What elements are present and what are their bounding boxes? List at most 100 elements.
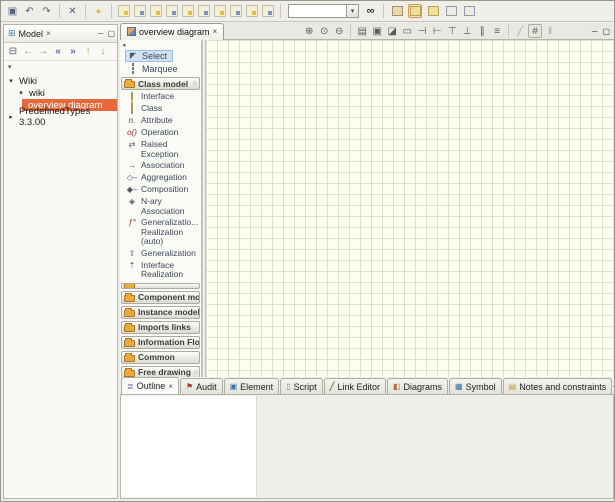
expander-icon[interactable]: ▾ — [17, 89, 25, 97]
print-icon[interactable]: ▤ — [355, 24, 369, 38]
pin-icon[interactable]: ○ — [193, 80, 197, 87]
palette-group-class-model[interactable]: Class model ○ — [121, 77, 200, 90]
delete-icon[interactable]: ✕ — [65, 4, 80, 19]
tab-notes-and-constraints[interactable]: ▤ Notes and constraints — [503, 378, 613, 394]
diagram-view-icon[interactable] — [426, 4, 440, 18]
palette-item-interface-realization[interactable]: ⇡ Interface Realization — [120, 260, 201, 281]
palette-group-clipped[interactable] — [121, 283, 200, 289]
close-icon[interactable]: × — [168, 382, 173, 391]
align-left-icon[interactable]: ⊣ — [415, 24, 429, 38]
close-icon[interactable]: × — [46, 29, 51, 38]
palette-group-information-flow[interactable]: Information Flo... — [121, 336, 200, 349]
combo-dropdown-icon[interactable]: ▾ — [346, 4, 359, 18]
fit-page-icon[interactable]: ▭ — [400, 24, 414, 38]
expander-icon[interactable]: ▾ — [7, 77, 15, 85]
tree-item-wiki-package[interactable]: ▾ wiki — [4, 87, 117, 99]
tip-lightbulb-icon[interactable]: ● — [91, 4, 106, 19]
search-binoculars-icon[interactable]: ∞ — [363, 4, 378, 19]
search-input[interactable] — [288, 4, 346, 18]
palette-item-class[interactable]: Class — [120, 103, 201, 115]
new-diagram-icon[interactable] — [444, 4, 458, 18]
navigate-forward-icon[interactable]: → — [36, 45, 50, 59]
create-element-icon-1[interactable] — [118, 5, 130, 17]
palette-tool-select[interactable]: ◤ Select — [125, 50, 173, 62]
item-label: Raised Exception — [141, 140, 200, 159]
tree-item-predefinedtypes[interactable]: ▸ PredefinedTypes 3.3.00 — [4, 111, 117, 123]
save-icon[interactable]: ▣ — [5, 4, 20, 19]
expander-icon[interactable]: ▸ — [7, 113, 15, 121]
zoom-in-icon[interactable]: ⊕ — [302, 24, 316, 38]
tab-audit[interactable]: ⚑ Audit — [180, 378, 223, 394]
palette-item-generalization[interactable]: ⇧ Generalization — [120, 248, 201, 260]
tab-model[interactable]: ⊞ Model × — [6, 28, 53, 39]
minimize-icon[interactable]: ─ — [98, 29, 104, 38]
create-element-icon-4[interactable] — [166, 5, 178, 17]
tab-overview-diagram[interactable]: overview diagram × — [120, 23, 224, 40]
create-element-icon-9[interactable] — [246, 5, 258, 17]
pin-icon[interactable]: ○ — [194, 369, 198, 376]
diagram-canvas[interactable] — [205, 40, 614, 377]
move-up-icon[interactable]: ↑ — [81, 45, 95, 59]
open-project-icon[interactable] — [390, 4, 404, 18]
outline-thumbnail-area[interactable] — [121, 396, 257, 497]
model-panel: ⊞ Model × ─ ▢ ⊟ ← → « » ↑ ↓ ▾ ▾ Wiki — [3, 24, 118, 499]
item-label: Attribute — [141, 116, 173, 126]
palette-group-imports-links[interactable]: Imports links — [121, 321, 200, 334]
undo-icon[interactable]: ↶ — [22, 4, 37, 19]
palette-item-composition[interactable]: ◆– Composition — [120, 184, 201, 196]
grid-toggle-icon[interactable]: # — [528, 24, 542, 38]
save-diagram-icon[interactable]: ▣ — [370, 24, 384, 38]
item-label: N-ary Association — [141, 197, 200, 216]
palette-item-operation[interactable]: o() Operation — [120, 127, 201, 139]
tab-outline[interactable]: ≣ Outline × — [121, 377, 179, 394]
zoom-100-icon[interactable]: ⊙ — [317, 24, 331, 38]
create-element-icon-10[interactable] — [262, 5, 274, 17]
view-menu-icon[interactable]: ▾ — [8, 63, 12, 71]
align-top-icon[interactable]: ⊤ — [445, 24, 459, 38]
palette-item-nary-association[interactable]: ◈ N-ary Association — [120, 196, 201, 217]
create-element-icon-7[interactable] — [214, 5, 226, 17]
distribute-horizontal-icon[interactable]: ∥ — [475, 24, 489, 38]
collapse-all-icon[interactable]: ⊟ — [6, 45, 20, 59]
tab-script[interactable]: ▯ Script — [280, 378, 322, 394]
create-element-icon-2[interactable] — [134, 5, 146, 17]
palette-item-aggregation[interactable]: ◇– Aggregation — [120, 172, 201, 184]
palette-item-association[interactable]: → Association — [120, 160, 201, 172]
create-element-icon-3[interactable] — [150, 5, 162, 17]
tab-diagrams[interactable]: ◧ Diagrams — [387, 378, 448, 394]
tab-link-editor[interactable]: ╱ Link Editor — [324, 378, 386, 394]
palette-item-attribute[interactable]: n. Operation Attribute — [120, 115, 201, 127]
model-view-toggle-icon[interactable] — [408, 4, 422, 18]
maximize-icon[interactable]: ▢ — [107, 29, 115, 38]
model-panel-tabrow: ⊞ Model × ─ ▢ — [4, 25, 117, 43]
palette-tool-marquee[interactable]: Marquee — [125, 63, 184, 75]
create-element-icon-6[interactable] — [198, 5, 210, 17]
align-right-icon[interactable]: ⊢ — [430, 24, 444, 38]
align-bottom-icon[interactable]: ⊥ — [460, 24, 474, 38]
tree-item-wiki-project[interactable]: ▾ Wiki — [4, 75, 117, 87]
palette-item-raised-exception[interactable]: ⇄ Raised Exception — [120, 139, 201, 160]
maximize-icon[interactable]: ▢ — [602, 27, 610, 36]
palette-group-instance-model[interactable]: Instance model — [121, 306, 200, 319]
tab-element[interactable]: ▣ Element — [224, 378, 280, 394]
close-icon[interactable]: × — [213, 27, 218, 36]
palette-collapse-icon[interactable]: ◂ — [120, 40, 201, 49]
tab-symbol[interactable]: ▦ Symbol — [449, 378, 502, 394]
minimize-icon[interactable]: ─ — [592, 27, 598, 36]
move-down-icon[interactable]: ↓ — [96, 45, 110, 59]
previous-related-icon[interactable]: « — [51, 45, 65, 59]
next-related-icon[interactable]: » — [66, 45, 80, 59]
create-element-icon-8[interactable] — [230, 5, 242, 17]
create-element-icon-5[interactable] — [182, 5, 194, 17]
palette-item-generalization-realization-auto[interactable]: ƒ° Generalizatio... Realization (auto) — [120, 217, 201, 248]
select-cursor-icon: ◤ — [127, 51, 139, 61]
palette-group-common[interactable]: Common — [121, 351, 200, 364]
table-view-icon[interactable] — [462, 4, 476, 18]
redo-icon[interactable]: ↷ — [39, 4, 54, 19]
save-style-icon[interactable]: ◪ — [385, 24, 399, 38]
palette-group-component-model[interactable]: Component mo... — [121, 291, 200, 304]
zoom-out-icon[interactable]: ⊖ — [332, 24, 346, 38]
palette-group-free-drawing[interactable]: Free drawing ○ — [121, 366, 200, 378]
navigate-back-icon[interactable]: ← — [21, 45, 35, 59]
distribute-vertical-icon[interactable]: ≡ — [490, 24, 504, 38]
